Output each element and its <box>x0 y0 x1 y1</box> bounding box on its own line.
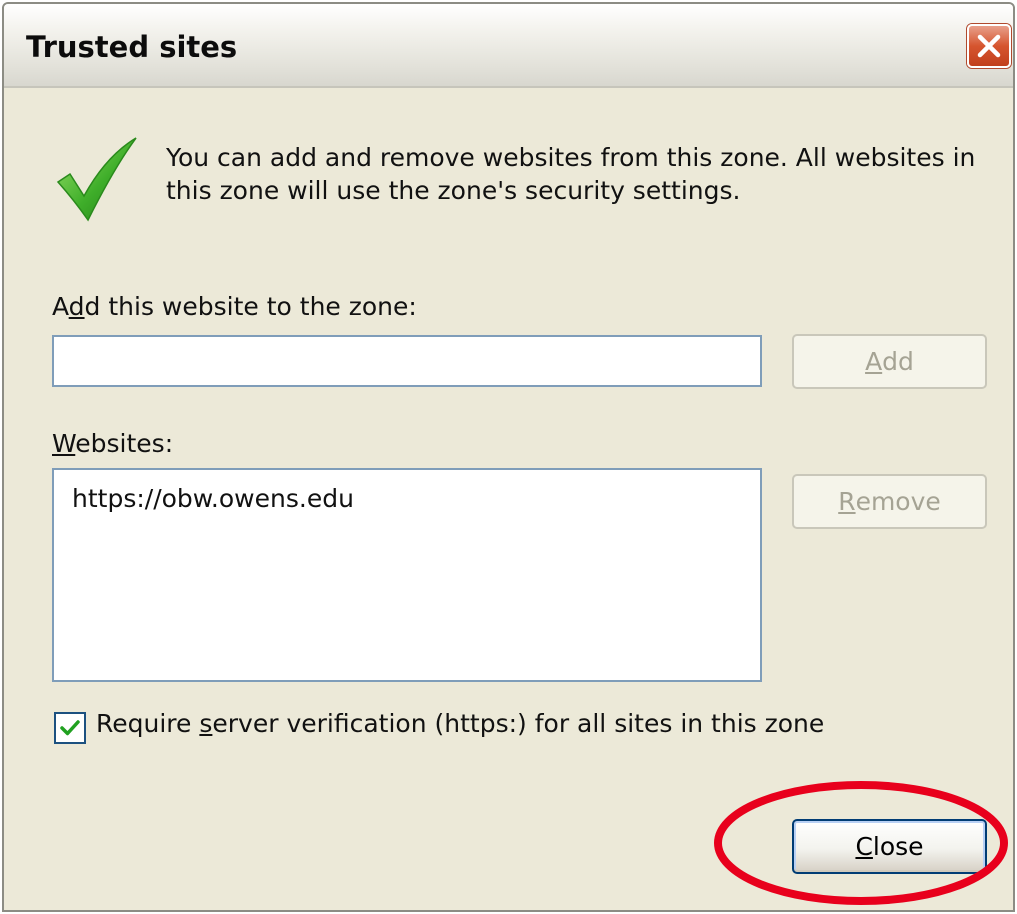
websites-list[interactable]: https://obw.owens.edu <box>52 468 762 682</box>
trusted-sites-dialog: Trusted sites You can add and remove web… <box>2 2 1015 912</box>
checkmark-icon <box>56 137 137 222</box>
list-item[interactable]: https://obw.owens.edu <box>72 484 354 513</box>
close-icon <box>977 34 1001 58</box>
add-button[interactable]: Add <box>792 334 987 389</box>
websites-label: Websites: <box>52 429 174 458</box>
add-website-label: Add this website to the zone: <box>52 292 417 321</box>
title-bar[interactable]: Trusted sites <box>4 4 1013 88</box>
dialog-title: Trusted sites <box>26 30 238 64</box>
check-icon <box>60 720 80 736</box>
remove-button[interactable]: Remove <box>792 474 987 529</box>
require-verification-label[interactable]: Require server verification (https:) for… <box>96 709 824 738</box>
add-website-input[interactable] <box>52 335 762 387</box>
zone-description: You can add and remove websites from thi… <box>166 143 976 205</box>
require-verification-checkbox[interactable] <box>54 712 86 744</box>
close-button[interactable]: Close <box>792 819 987 874</box>
title-close-button[interactable] <box>967 24 1011 68</box>
